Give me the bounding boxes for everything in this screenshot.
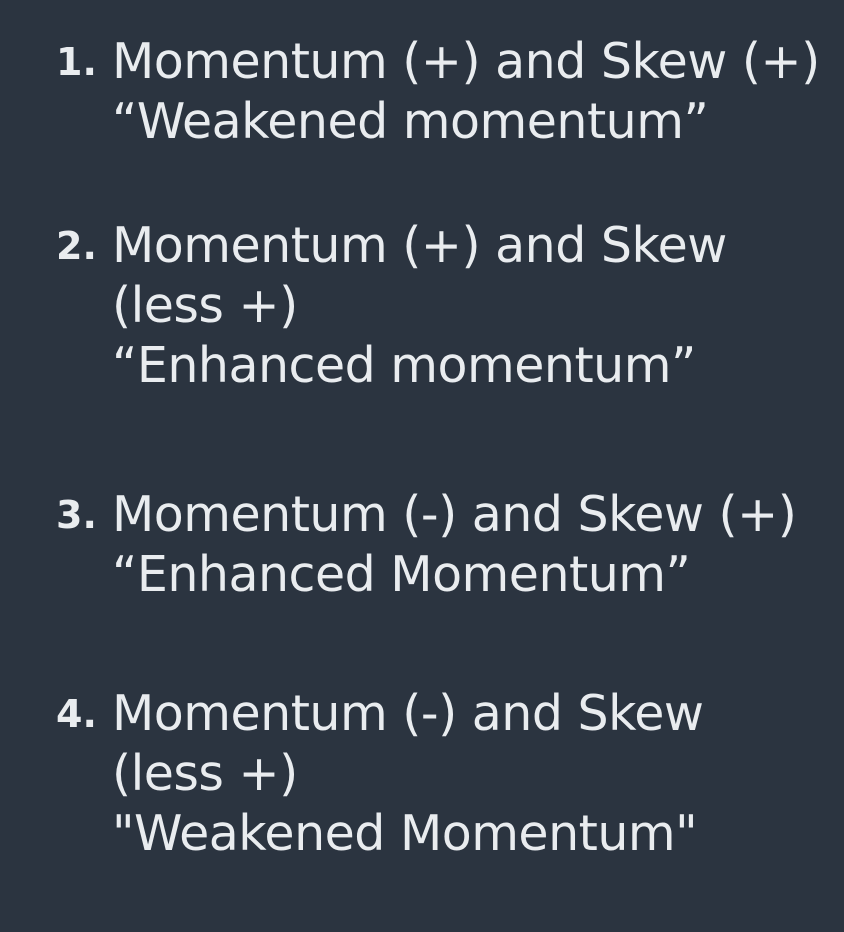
item-label: "Weakened Momentum" xyxy=(112,805,698,862)
item-number: 1. xyxy=(56,40,97,84)
item-condition-continued: (less +) xyxy=(112,745,298,802)
item-condition: Momentum (-) and Skew (+) xyxy=(112,486,797,543)
list-item-4: 4. Momentum (-) and Skew (less +) "Weake… xyxy=(56,684,816,864)
item-number: 2. xyxy=(56,224,97,268)
item-text: Momentum (-) and Skew (+) “Enhanced Mome… xyxy=(112,485,797,605)
list-item-2: 2. Momentum (+) and Skew (less +) “Enhan… xyxy=(56,216,816,396)
item-number: 3. xyxy=(56,493,97,537)
item-label: “Enhanced Momentum” xyxy=(112,546,691,603)
list-item-1: 1. Momentum (+) and Skew (+) “Weakened m… xyxy=(56,32,820,152)
item-condition: Momentum (+) and Skew xyxy=(112,217,727,274)
item-number: 4. xyxy=(56,692,97,736)
item-label: “Enhanced momentum” xyxy=(112,337,696,394)
item-text: Momentum (+) and Skew (+) “Weakened mome… xyxy=(112,32,820,152)
list-item-3: 3. Momentum (-) and Skew (+) “Enhanced M… xyxy=(56,485,816,605)
item-text: Momentum (+) and Skew (less +) “Enhanced… xyxy=(112,216,727,396)
item-label: “Weakened momentum” xyxy=(112,93,709,150)
item-text: Momentum (-) and Skew (less +) "Weakened… xyxy=(112,684,704,864)
item-condition-continued: (less +) xyxy=(112,277,298,334)
slide: 1. Momentum (+) and Skew (+) “Weakened m… xyxy=(0,0,844,932)
item-condition: Momentum (+) and Skew (+) xyxy=(112,33,820,90)
item-condition: Momentum (-) and Skew xyxy=(112,685,704,742)
